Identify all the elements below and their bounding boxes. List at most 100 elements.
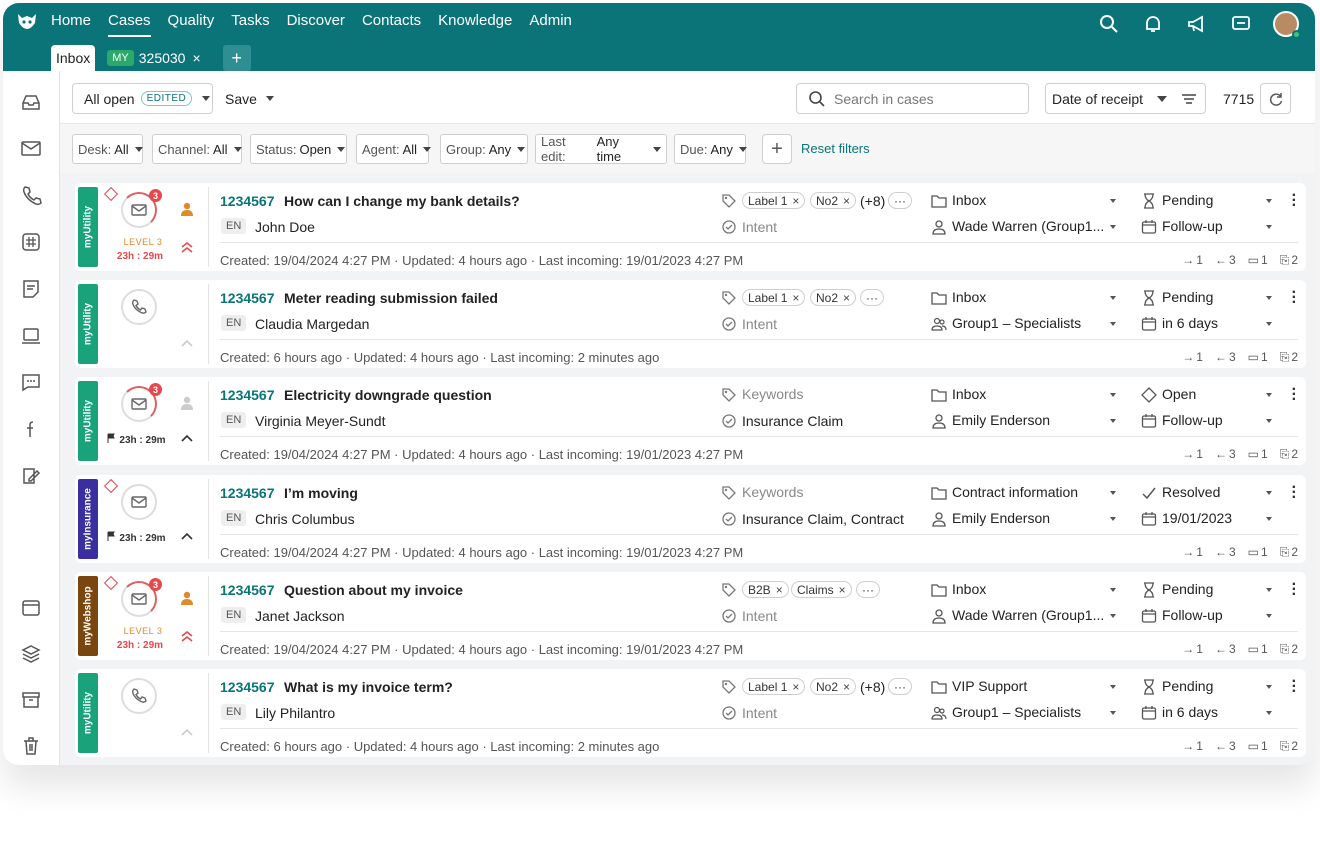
- status-value[interactable]: Pending: [1162, 192, 1213, 208]
- assigned-agent-icon[interactable]: [179, 201, 195, 217]
- inbox-icon[interactable]: [20, 91, 42, 113]
- chevron-down-icon[interactable]: [1110, 685, 1116, 689]
- nav-item-admin[interactable]: Admin: [529, 11, 572, 37]
- unassigned-agent-icon[interactable]: [179, 395, 195, 411]
- chevron-down-icon[interactable]: [1266, 491, 1272, 495]
- search-icon[interactable]: [1097, 12, 1121, 36]
- tag-chip[interactable]: B2B ×: [742, 581, 789, 598]
- due-value[interactable]: Follow-up: [1162, 218, 1223, 234]
- case-id-link[interactable]: 1234567: [220, 485, 275, 501]
- case-id-link[interactable]: 1234567: [220, 582, 275, 598]
- more-options-icon[interactable]: · · ·: [1292, 577, 1297, 603]
- case-card[interactable]: myUtility 3 23h : 29m 1234567 Electricity do…: [75, 377, 1306, 465]
- assignee-value[interactable]: Emily Enderson: [952, 510, 1050, 526]
- save-button[interactable]: Save: [225, 83, 275, 114]
- chevron-down-icon[interactable]: [1266, 199, 1272, 203]
- chevron-down-icon[interactable]: [1266, 419, 1272, 423]
- search-input[interactable]: Search in cases: [796, 83, 1029, 114]
- nav-item-cases[interactable]: Cases: [108, 11, 151, 37]
- notes-icon[interactable]: [20, 278, 42, 300]
- laptop-icon[interactable]: [20, 325, 42, 347]
- sort-select[interactable]: Date of receipt: [1045, 83, 1206, 114]
- tag-chip[interactable]: Label 1 ×: [742, 289, 806, 306]
- more-options-icon[interactable]: · · ·: [1292, 285, 1297, 311]
- phone-icon[interactable]: [20, 184, 42, 206]
- customer-name[interactable]: Janet Jackson: [255, 608, 345, 624]
- chevron-down-icon[interactable]: [1266, 296, 1272, 300]
- folder-value[interactable]: Contract information: [952, 484, 1078, 500]
- intent-value[interactable]: Intent: [742, 608, 777, 624]
- filter-agent[interactable]: Agent: All: [356, 134, 432, 164]
- filter-status[interactable]: Status: Open: [250, 134, 347, 164]
- case-subject[interactable]: How can I change my bank details?: [284, 193, 520, 209]
- case-id-link[interactable]: 1234567: [220, 387, 275, 403]
- case-card[interactable]: myUtility 1234567 What is my invoice term?…: [75, 669, 1306, 757]
- mail-icon[interactable]: [20, 137, 42, 159]
- customer-name[interactable]: Lily Philantro: [255, 705, 335, 721]
- tag-chip[interactable]: Claims ×: [791, 581, 852, 598]
- filter-desk[interactable]: Desk: All: [72, 134, 143, 164]
- folder-value[interactable]: Inbox: [952, 386, 986, 402]
- case-id-link[interactable]: 1234567: [220, 193, 275, 209]
- folder-value[interactable]: VIP Support: [952, 678, 1027, 694]
- customer-name[interactable]: Claudia Margedan: [255, 316, 369, 332]
- case-subject[interactable]: I’m moving: [284, 485, 358, 501]
- chevron-down-icon[interactable]: [1266, 711, 1272, 715]
- status-value[interactable]: Open: [1162, 386, 1196, 402]
- due-value[interactable]: Follow-up: [1162, 607, 1223, 623]
- due-value[interactable]: 19/01/2023: [1162, 510, 1232, 526]
- assignee-value[interactable]: Group1 – Specialists: [952, 704, 1081, 720]
- assignee-value[interactable]: Emily Enderson: [952, 412, 1050, 428]
- chevron-down-icon[interactable]: [1110, 225, 1116, 229]
- customer-name[interactable]: John Doe: [255, 219, 315, 235]
- chevron-down-icon[interactable]: [1266, 322, 1272, 326]
- chevron-down-icon[interactable]: [1110, 322, 1116, 326]
- trash-icon[interactable]: [20, 735, 42, 757]
- priority-icon[interactable]: [179, 431, 195, 447]
- close-tab-icon[interactable]: ×: [192, 50, 200, 66]
- form-edit-icon[interactable]: [20, 465, 42, 487]
- chevron-down-icon[interactable]: [1110, 588, 1116, 592]
- sort-order-icon[interactable]: [1181, 92, 1197, 106]
- chevron-down-icon[interactable]: [1266, 588, 1272, 592]
- filter-lastedit[interactable]: Last edit: Any time: [535, 134, 667, 164]
- remove-tag-icon[interactable]: ×: [843, 194, 850, 208]
- due-value[interactable]: in 6 days: [1162, 315, 1218, 331]
- more-tags-button[interactable]: ···: [856, 581, 880, 598]
- chevron-down-icon[interactable]: [1266, 685, 1272, 689]
- intent-value[interactable]: Insurance Claim, Contract: [742, 511, 904, 527]
- priority-icon[interactable]: [179, 336, 195, 352]
- nav-item-contacts[interactable]: Contacts: [362, 11, 421, 37]
- case-card[interactable]: myWebshop 3 LEVEL 3 23h : 29m 1234567 Questio…: [75, 572, 1306, 660]
- logo-icon[interactable]: [13, 9, 41, 37]
- status-value[interactable]: Resolved: [1162, 484, 1220, 500]
- case-id-link[interactable]: 1234567: [220, 679, 275, 695]
- status-value[interactable]: Pending: [1162, 678, 1213, 694]
- assignee-value[interactable]: Group1 – Specialists: [952, 315, 1081, 331]
- assignee-value[interactable]: Wade Warren (Group1...: [952, 607, 1104, 623]
- remove-tag-icon[interactable]: ×: [839, 583, 846, 597]
- high-priority-icon[interactable]: [179, 239, 195, 255]
- priority-icon[interactable]: [179, 725, 195, 741]
- case-card[interactable]: myUtility 3 LEVEL 3 23h : 29m 1234567 How can…: [75, 183, 1306, 271]
- intent-value[interactable]: Intent: [742, 219, 777, 235]
- intent-value[interactable]: Intent: [742, 705, 777, 721]
- layers-icon[interactable]: [20, 643, 42, 665]
- hashtag-icon[interactable]: [20, 231, 42, 253]
- reset-filters-link[interactable]: Reset filters: [801, 141, 870, 156]
- nav-item-home[interactable]: Home: [51, 11, 91, 37]
- case-subject[interactable]: What is my invoice term?: [284, 679, 453, 695]
- remove-tag-icon[interactable]: ×: [792, 291, 799, 305]
- tag-chip[interactable]: Label 1 ×: [742, 192, 806, 209]
- remove-tag-icon[interactable]: ×: [792, 194, 799, 208]
- more-options-icon[interactable]: · · ·: [1292, 188, 1297, 214]
- facebook-icon[interactable]: [20, 418, 42, 440]
- status-value[interactable]: Pending: [1162, 289, 1213, 305]
- priority-icon[interactable]: [179, 529, 195, 545]
- chevron-down-icon[interactable]: [1110, 199, 1116, 203]
- status-value[interactable]: Pending: [1162, 581, 1213, 597]
- calendar-icon[interactable]: [20, 597, 42, 619]
- case-card[interactable]: myUtility 1234567 Meter reading submission…: [75, 280, 1306, 368]
- comment-icon[interactable]: [20, 371, 42, 393]
- add-filter-button[interactable]: +: [762, 134, 792, 164]
